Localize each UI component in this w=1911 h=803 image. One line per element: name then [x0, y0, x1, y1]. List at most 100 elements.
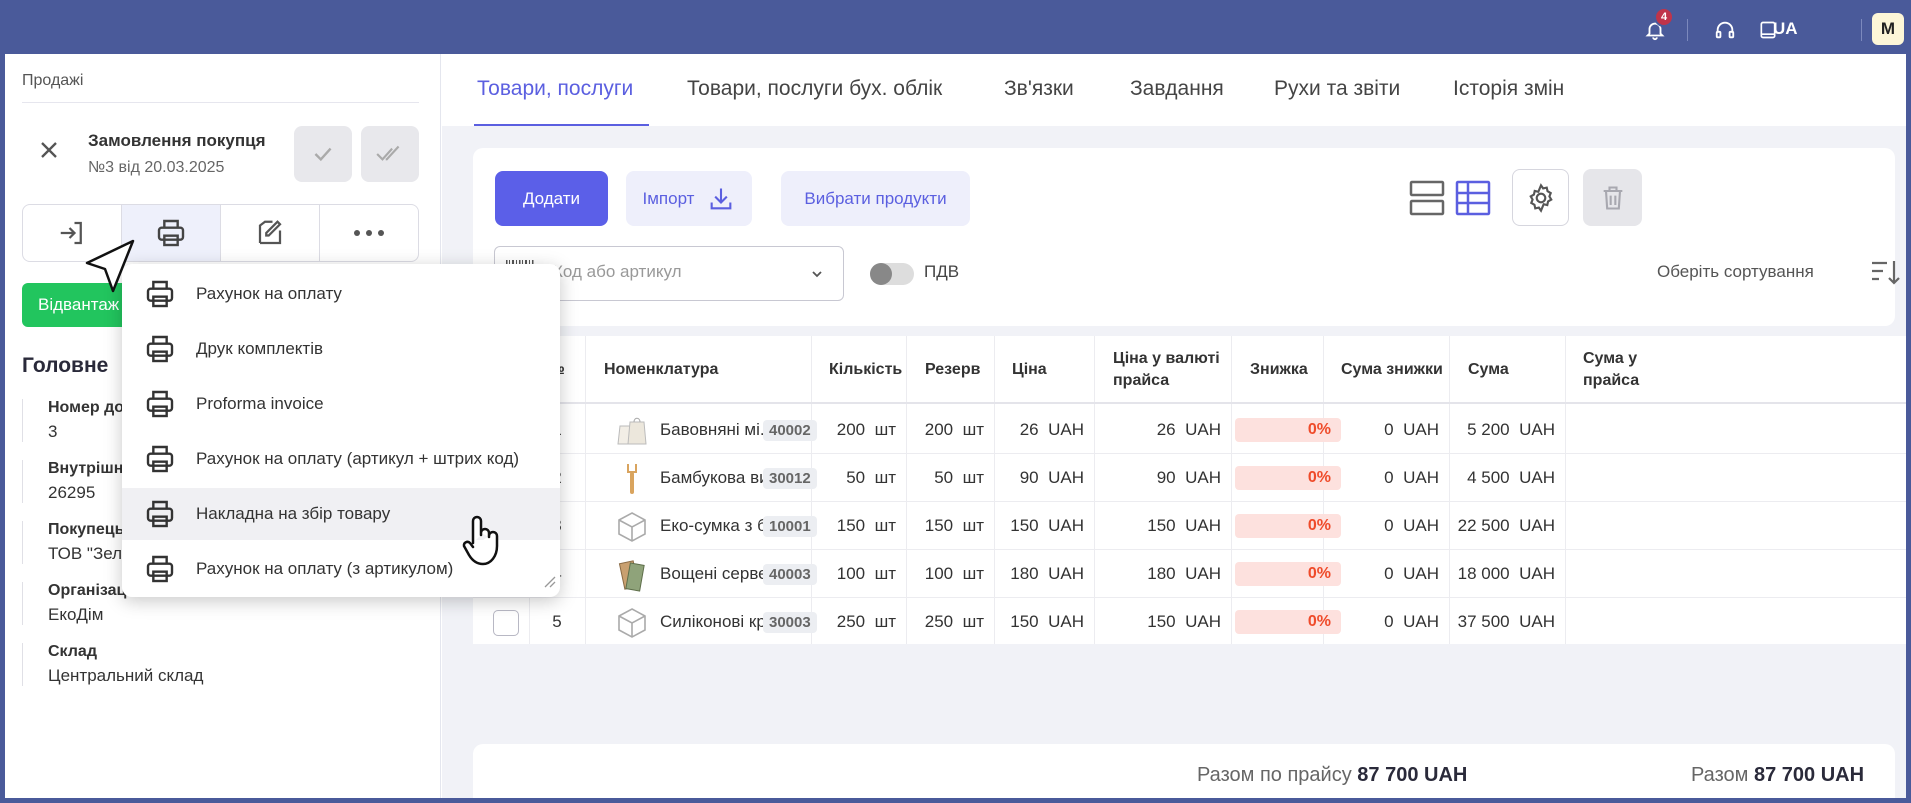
grid-view-icon[interactable]: [1454, 178, 1492, 218]
row-checkbox[interactable]: [493, 610, 519, 636]
menu-item-label: Рахунок на оплату (артикул + штрих код): [196, 449, 520, 468]
currency: UAH: [1403, 516, 1439, 535]
header-price[interactable]: Ціна: [1012, 336, 1047, 404]
currency: UAH: [1519, 516, 1555, 535]
price-list-value: 180: [1147, 564, 1176, 583]
tab-history[interactable]: Історія змін: [1453, 77, 1564, 101]
cell-price[interactable]: 150 UAH: [994, 598, 1094, 644]
avatar[interactable]: M: [1872, 13, 1904, 45]
vat-toggle[interactable]: [870, 263, 914, 285]
field-label: Склад: [48, 643, 97, 660]
header-quantity[interactable]: Кількість: [829, 336, 902, 404]
header-sum-price-list[interactable]: Сума у прайса: [1583, 336, 1643, 404]
cell-quantity[interactable]: 50 шт: [811, 454, 906, 502]
breadcrumb[interactable]: Продажі: [22, 72, 83, 90]
tab-tasks[interactable]: Завдання: [1130, 77, 1224, 101]
headset-icon[interactable]: [1712, 17, 1738, 43]
cell-quantity[interactable]: 200 шт: [811, 406, 906, 454]
delete-button[interactable]: [1583, 169, 1642, 226]
add-button[interactable]: Додати: [495, 171, 608, 226]
sort-icon[interactable]: [1869, 256, 1901, 288]
printer-icon: [146, 280, 174, 308]
tab-goods[interactable]: Товари, послуги: [477, 77, 633, 101]
header-sum[interactable]: Сума: [1468, 336, 1509, 404]
table-row[interactable]: 3 Еко-сумка з б... 10001 150 шт 150 шт 1…: [473, 502, 1906, 550]
quantity-value: 50: [846, 468, 866, 487]
cell-price[interactable]: 26 UAH: [994, 406, 1094, 454]
currency: UAH: [1048, 420, 1084, 439]
cell-price[interactable]: 180 UAH: [994, 550, 1094, 598]
tab-goods-accounting[interactable]: Товари, послуги бух. облік: [687, 77, 942, 101]
select-products-button[interactable]: Вибрати продукти: [781, 171, 970, 226]
printer-icon: [146, 335, 174, 363]
cell-quantity[interactable]: 250 шт: [811, 598, 906, 644]
approve-button[interactable]: [294, 126, 352, 182]
cell-price-list: 150 UAH: [1094, 598, 1231, 644]
cell-price-list: 26 UAH: [1094, 406, 1231, 454]
currency: UAH: [1185, 612, 1221, 631]
section-title: Головне: [22, 354, 109, 377]
header-price-list-currency[interactable]: Ціна у валюті прайса: [1113, 336, 1223, 404]
cell-price[interactable]: 90 UAH: [994, 454, 1094, 502]
resize-handle-icon[interactable]: [542, 574, 556, 588]
divider: [1687, 19, 1688, 41]
import-button[interactable]: Імпорт: [626, 171, 752, 226]
top-bar: 4 UA M: [5, 5, 1906, 54]
cell-sum: 22 500 UAH: [1449, 502, 1565, 550]
menu-item-label: Друк комплектів: [196, 339, 324, 358]
edit-button[interactable]: [221, 205, 320, 261]
cell-quantity[interactable]: 100 шт: [811, 550, 906, 598]
table-row[interactable]: 5 Силіконові кр... 30003 250 шт 250 шт 1…: [473, 598, 1906, 644]
menu-item-invoice-barcode[interactable]: Рахунок на оплату (артикул + штрих код): [122, 433, 560, 485]
unit: шт: [874, 564, 896, 583]
tab-bar: Товари, послуги Товари, послуги бух. обл…: [442, 54, 1906, 126]
price-list-value: 150: [1147, 612, 1176, 631]
price-value: 90: [1019, 468, 1039, 487]
cell-price[interactable]: 150 UAH: [994, 502, 1094, 550]
table-row[interactable]: 1 Бавовняні мі... 40002 200 шт 200 шт 26…: [473, 406, 1906, 454]
more-button[interactable]: [320, 205, 418, 261]
menu-item-proforma[interactable]: Proforma invoice: [122, 378, 560, 430]
cell-discount-sum: 0 UAH: [1323, 550, 1449, 598]
table-header: № Номенклатура Кількість Резерв Ціна Цін…: [473, 336, 1906, 404]
table-row[interactable]: 4 Вощені серве... 40003 100 шт 100 шт 18…: [473, 550, 1906, 598]
language-switch[interactable]: UA: [1773, 19, 1798, 39]
cotton-bags-thumbnail: [617, 417, 647, 445]
unit: шт: [874, 612, 896, 631]
cell-discount-sum: 0 UAH: [1323, 598, 1449, 644]
discount-sum-value: 0: [1384, 420, 1394, 439]
sum-value: 5 200: [1467, 420, 1510, 439]
menu-item-invoice[interactable]: Рахунок на оплату: [122, 268, 560, 320]
close-icon[interactable]: [35, 136, 63, 164]
approve-and-post-button[interactable]: [361, 126, 419, 182]
cell-reserve: 200 шт: [906, 406, 994, 454]
toggle-knob: [870, 263, 892, 285]
header-discount[interactable]: Знижка: [1250, 336, 1308, 404]
header-discount-sum[interactable]: Сума знижки: [1341, 336, 1443, 404]
table-row[interactable]: 2 Бамбукова ви... 30012 50 шт 50 шт 90 U…: [473, 454, 1906, 502]
divider: [22, 102, 419, 103]
header-item[interactable]: Номенклатура: [604, 336, 718, 404]
cell-discount-sum: 0 UAH: [1323, 406, 1449, 454]
cell-quantity[interactable]: 150 шт: [811, 502, 906, 550]
tab-links[interactable]: Зв'язки: [1004, 77, 1074, 101]
sort-select[interactable]: Оберіть сортування: [1657, 262, 1814, 282]
cell-price-list: 150 UAH: [1094, 502, 1231, 550]
currency: UAH: [1185, 468, 1221, 487]
tab-movements[interactable]: Рухи та звіти: [1274, 77, 1400, 101]
cell-sum: 5 200 UAH: [1449, 406, 1565, 454]
menu-item-kits-print[interactable]: Друк комплектів: [122, 323, 560, 375]
settings-button[interactable]: [1512, 169, 1569, 226]
cell-item-name[interactable]: Силіконові кр...: [660, 598, 780, 644]
list-view-icon[interactable]: [1408, 178, 1446, 218]
cell-price-list: 180 UAH: [1094, 550, 1231, 598]
article-badge: 40003: [763, 563, 817, 585]
chevron-down-icon[interactable]: [811, 268, 823, 280]
search-input[interactable]: [553, 262, 803, 282]
unit: шт: [874, 468, 896, 487]
printer-icon: [157, 219, 185, 247]
box-icon: [618, 608, 646, 638]
header-reserve[interactable]: Резерв: [925, 336, 980, 404]
cell-item-name[interactable]: Бавовняні мі...: [660, 406, 774, 454]
discount-sum-value: 0: [1384, 468, 1394, 487]
